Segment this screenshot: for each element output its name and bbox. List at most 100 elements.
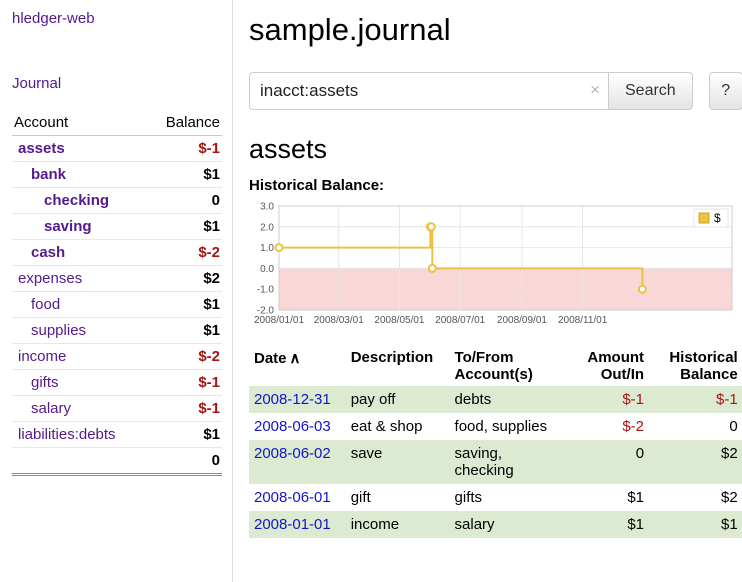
y-axis-tick-label: 1.0 (260, 243, 274, 254)
account-link-supplies[interactable]: supplies (31, 322, 86, 339)
transaction-accounts: gifts (450, 484, 568, 511)
sort-ascending-icon: ∧ (290, 350, 301, 367)
account-link-bank[interactable]: bank (31, 166, 66, 183)
x-axis-tick-label: 2008/03/01 (314, 315, 364, 326)
transaction-date-link[interactable]: 2008-06-03 (254, 418, 331, 435)
x-axis-tick-label: 2008/07/01 (435, 315, 485, 326)
account-balance: $1 (147, 214, 222, 240)
account-name-cell: assets (12, 136, 147, 162)
clear-search-icon[interactable]: × (590, 80, 600, 100)
transaction-accounts: debts (450, 386, 568, 413)
register-header-amount: Amount Out/In (568, 346, 649, 386)
account-link-saving[interactable]: saving (44, 218, 92, 235)
account-row: checking 0 (12, 188, 222, 214)
account-heading: assets (249, 134, 742, 165)
transaction-balance: $-1 (649, 386, 742, 413)
account-name-cell: checking (12, 188, 147, 214)
accounts-total-balance: 0 (147, 448, 222, 475)
y-axis-tick-label: 3.0 (260, 202, 274, 213)
accounts-table: Account Balance assets$-1bank$1checking0… (12, 110, 222, 476)
transaction-date-cell: 2008-01-01 (249, 511, 346, 538)
account-link-gifts[interactable]: gifts (31, 374, 59, 391)
account-balance: $-2 (147, 240, 222, 266)
accounts-total-spacer (12, 448, 147, 475)
account-balance: $1 (147, 162, 222, 188)
account-row: bank $1 (12, 162, 222, 188)
account-row: income $-2 (12, 344, 222, 370)
y-axis-tick-label: -1.0 (257, 285, 275, 296)
sidebar-item-journal[interactable]: Journal (12, 75, 61, 92)
account-link-assets[interactable]: assets (18, 140, 65, 157)
x-axis-tick-label: 2008/01/01 (254, 315, 304, 326)
account-name-cell: income (12, 344, 147, 370)
balance-header-label: Historical Balance (660, 349, 738, 383)
accounts-total-row: 0 (12, 448, 222, 475)
account-row: expenses$2 (12, 266, 222, 292)
account-balance: $-2 (147, 344, 222, 370)
register-row: 2008-12-31pay offdebts$-1$-1 (249, 386, 742, 413)
transaction-balance: $2 (649, 484, 742, 511)
account-name-cell: food (12, 292, 147, 318)
transaction-date-cell: 2008-06-01 (249, 484, 346, 511)
help-button[interactable]: ? (709, 72, 742, 110)
data-point-marker (276, 244, 283, 251)
transaction-date-link[interactable]: 2008-12-31 (254, 391, 331, 408)
transaction-balance: $1 (649, 511, 742, 538)
data-point-marker (639, 286, 646, 293)
search-bar: × Search ? (249, 72, 742, 110)
date-header-label: Date (254, 350, 287, 367)
transaction-amount: 0 (568, 440, 649, 484)
account-name-cell: liabilities:debts (12, 422, 147, 448)
account-link-expenses[interactable]: expenses (18, 270, 82, 287)
transaction-description: save (346, 440, 450, 484)
transaction-description: gift (346, 484, 450, 511)
account-row: assets$-1 (12, 136, 222, 162)
accounts-header-account: Account (12, 110, 147, 136)
search-input-wrap: × (249, 72, 609, 110)
x-axis-tick-label: 2008/11/01 (558, 315, 608, 326)
search-button[interactable]: Search (608, 72, 693, 110)
account-link-food[interactable]: food (31, 296, 60, 313)
data-point-marker (429, 265, 436, 272)
transaction-date-cell: 2008-12-31 (249, 386, 346, 413)
account-link-salary[interactable]: salary (31, 400, 71, 417)
register-row: 2008-06-02savesaving, checking0$2 (249, 440, 742, 484)
account-link-income[interactable]: income (18, 348, 66, 365)
register-row: 2008-06-01giftgifts$1$2 (249, 484, 742, 511)
account-balance: $1 (147, 292, 222, 318)
transaction-date-link[interactable]: 2008-06-02 (254, 445, 331, 462)
account-balance: 0 (147, 188, 222, 214)
account-link-liabilities-debts[interactable]: liabilities:debts (18, 426, 116, 443)
app-title: hledger-web (12, 10, 222, 27)
register-header-accounts: To/From Account(s) (450, 346, 568, 386)
y-axis-tick-label: 2.0 (260, 222, 274, 233)
account-row: cash $-2 (12, 240, 222, 266)
account-row: gifts $-1 (12, 370, 222, 396)
transaction-balance: 0 (649, 413, 742, 440)
account-name-cell: expenses (12, 266, 147, 292)
transaction-date-link[interactable]: 2008-06-01 (254, 489, 331, 506)
chart-title: Historical Balance: (249, 177, 742, 194)
search-input[interactable] (249, 72, 609, 110)
x-axis-tick-label: 2008/05/01 (374, 315, 424, 326)
app-title-link[interactable]: hledger-web (12, 10, 95, 27)
register-header-date[interactable]: Date∧ (249, 346, 346, 386)
register-row: 2008-01-01incomesalary$1$1 (249, 511, 742, 538)
account-row: salary$-1 (12, 396, 222, 422)
account-balance: $-1 (147, 370, 222, 396)
account-name-cell: salary (12, 396, 147, 422)
transaction-description: income (346, 511, 450, 538)
account-row: food $1 (12, 292, 222, 318)
account-balance: $1 (147, 422, 222, 448)
register-header-row: Date∧ Description To/From Account(s) Amo… (249, 346, 742, 386)
amount-header-label: Amount Out/In (578, 349, 644, 383)
account-link-cash[interactable]: cash (31, 244, 65, 261)
account-name-cell: saving (12, 214, 147, 240)
account-row: supplies$1 (12, 318, 222, 344)
data-point-marker (428, 223, 435, 230)
transaction-date-link[interactable]: 2008-01-01 (254, 516, 331, 533)
account-link-checking[interactable]: checking (44, 192, 109, 209)
register-row: 2008-06-03eat & shopfood, supplies$-20 (249, 413, 742, 440)
page-title: sample.journal (249, 12, 742, 48)
historical-balance-chart: 3.02.01.00.0-1.0-2.02008/01/012008/03/01… (249, 200, 738, 336)
